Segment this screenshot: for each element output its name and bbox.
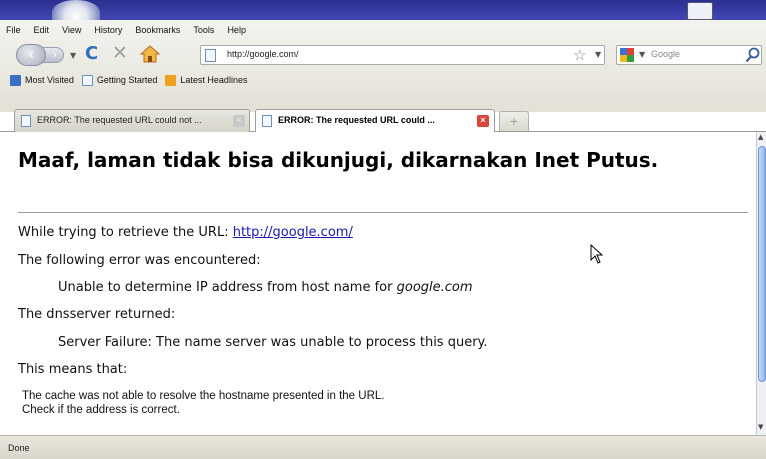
bookmark-label: Most Visited: [25, 75, 74, 85]
url-input[interactable]: http://google.com/: [227, 49, 299, 59]
mouse-cursor-icon: [590, 244, 604, 264]
rss-feed-icon: [165, 74, 177, 86]
page-icon: [262, 115, 272, 127]
stop-icon[interactable]: ✕: [112, 43, 128, 63]
divider: [18, 212, 748, 213]
url-dropdown-icon[interactable]: ▼: [595, 50, 601, 59]
vertical-scrollbar[interactable]: ▲ ▼: [756, 132, 766, 435]
retrieve-prefix: While trying to retrieve the URL:: [18, 225, 233, 240]
home-icon[interactable]: [140, 44, 160, 64]
retrieve-url-link[interactable]: http://google.com/: [233, 225, 353, 240]
search-engine-dropdown-icon[interactable]: ▼: [639, 50, 645, 59]
reload-icon[interactable]: C: [85, 44, 98, 64]
error-intro: The following error was encountered:: [18, 253, 261, 268]
search-input[interactable]: Google: [651, 49, 680, 59]
most-visited-icon: [10, 74, 21, 86]
back-button[interactable]: ‹: [16, 44, 46, 66]
bookmark-label: Getting Started: [96, 75, 158, 85]
scroll-down-arrow-icon[interactable]: ▼: [758, 423, 763, 431]
tab-inactive[interactable]: ERROR: The requested URL could not ... ×: [14, 109, 250, 132]
history-dropdown-icon[interactable]: ▼: [70, 51, 76, 60]
tab-label: ERROR: The requested URL could not ...: [37, 115, 202, 125]
bookmark-getting-started[interactable]: Getting Started: [81, 74, 158, 86]
menu-history[interactable]: History: [94, 25, 122, 35]
navigation-toolbar: › ‹ ▼ C ✕ http://google.com/ ☆ ▼ ▼ Googl…: [0, 40, 766, 70]
page-icon: [21, 115, 31, 127]
close-tab-icon[interactable]: ×: [477, 115, 489, 127]
error-detail: Unable to determine IP address from host…: [58, 280, 473, 295]
menu-bookmarks[interactable]: Bookmarks: [135, 25, 180, 35]
new-tab-button[interactable]: +: [499, 111, 529, 131]
system-tray-icon: [687, 2, 713, 20]
explain-line-2: Check if the address is correct.: [22, 404, 180, 416]
bookmark-star-icon[interactable]: ☆: [573, 46, 586, 64]
back-forward-cluster: › ‹: [16, 44, 68, 66]
retrieve-line: While trying to retrieve the URL: http:/…: [18, 225, 353, 240]
page-icon: [205, 49, 216, 62]
dns-detail: Server Failure: The name server was unab…: [58, 335, 488, 350]
menu-view[interactable]: View: [62, 25, 81, 35]
error-detail-prefix: Unable to determine IP address from host…: [58, 280, 397, 295]
means-heading: This means that:: [18, 362, 128, 377]
tab-strip: ERROR: The requested URL could not ... ×…: [0, 106, 766, 133]
title-bar: [0, 0, 766, 24]
menu-edit[interactable]: Edit: [34, 25, 50, 35]
menu-file[interactable]: File: [6, 25, 21, 35]
explain-line-1: The cache was not able to resolve the ho…: [22, 390, 385, 402]
bookmark-latest-headlines[interactable]: Latest Headlines: [165, 74, 248, 86]
menu-tools[interactable]: Tools: [193, 25, 214, 35]
tab-active[interactable]: ERROR: The requested URL could ... ×: [255, 109, 495, 133]
page-content: Maaf, laman tidak bisa dikunjugi, dikarn…: [0, 132, 756, 435]
dns-intro: The dnsserver returned:: [18, 307, 176, 322]
search-icon[interactable]: [745, 47, 761, 63]
bookmark-most-visited[interactable]: Most Visited: [10, 74, 74, 86]
page-heading: Maaf, laman tidak bisa dikunjugi, dikarn…: [18, 148, 659, 172]
search-bar[interactable]: ▼ Google: [616, 45, 762, 65]
url-bar[interactable]: http://google.com/ ☆ ▼: [200, 45, 605, 65]
status-bar: Done: [0, 435, 766, 459]
bookmark-label: Latest Headlines: [180, 75, 248, 85]
google-logo-icon[interactable]: [620, 48, 634, 62]
close-tab-icon[interactable]: ×: [233, 115, 245, 127]
tab-label: ERROR: The requested URL could ...: [278, 115, 435, 125]
menu-bar: File Edit View History Bookmarks Tools H…: [0, 20, 259, 40]
page-icon: [81, 74, 93, 86]
scroll-thumb[interactable]: [758, 146, 766, 382]
menu-help[interactable]: Help: [227, 25, 246, 35]
status-text: Done: [8, 443, 30, 453]
bookmarks-toolbar: Most Visited Getting Started Latest Head…: [0, 70, 255, 90]
scroll-up-arrow-icon[interactable]: ▲: [758, 133, 763, 141]
error-host: google.com: [396, 280, 473, 295]
